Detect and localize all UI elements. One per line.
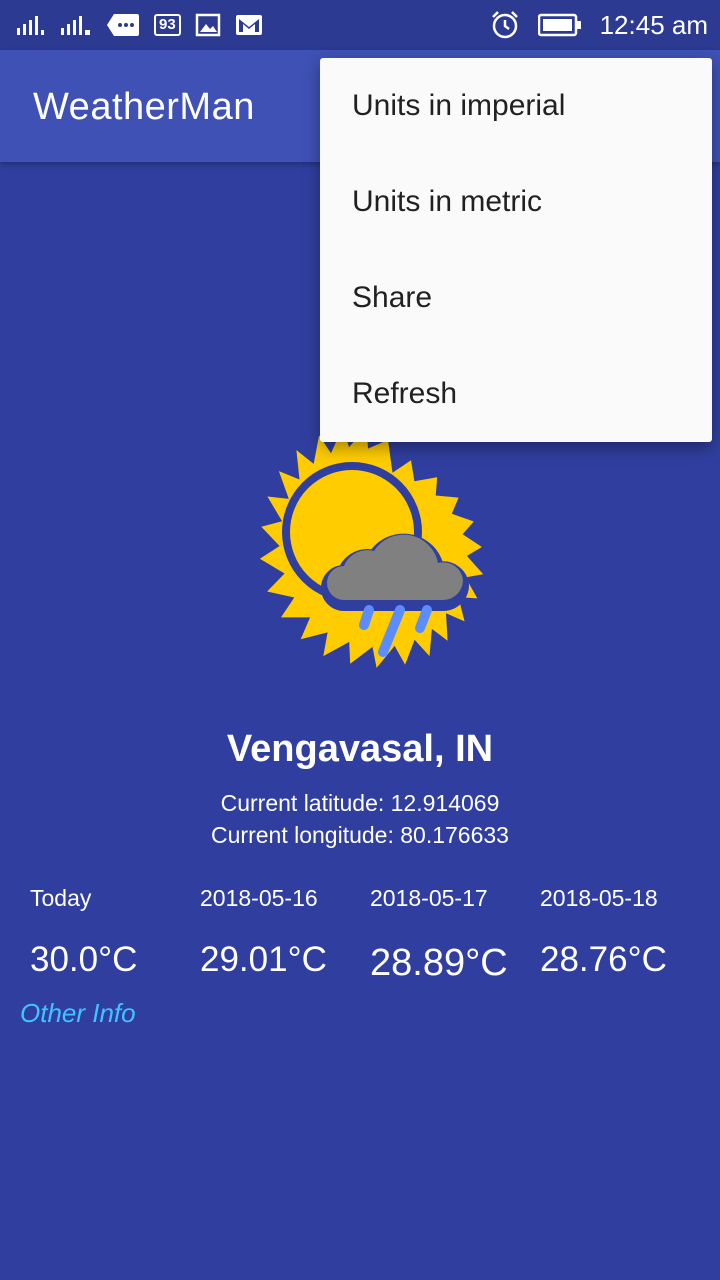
battery-percent-badge: 93 xyxy=(154,14,181,36)
overflow-menu: Units in imperial Units in metric Share … xyxy=(320,58,712,442)
status-time: 12:45 am xyxy=(599,9,708,40)
city-name: Vengavasal, IN xyxy=(226,728,494,770)
forecast-day-3: 2018-05-17 xyxy=(370,885,488,911)
forecast-day-2: 2018-05-16 xyxy=(200,885,318,911)
menu-item-share[interactable]: Share xyxy=(320,250,712,346)
forecast-temp-2: 29.01°C xyxy=(200,940,327,979)
app-title: WeatherMan xyxy=(33,86,255,128)
signal-2-icon xyxy=(61,16,90,35)
menu-item-units-metric[interactable]: Units in metric xyxy=(320,154,712,250)
latitude-text: Current latitude: 12.914069 xyxy=(220,790,500,816)
status-right-icons: 12:45 am xyxy=(472,6,708,44)
alarm-icon xyxy=(491,11,518,39)
status-bar: 93 12:45 am xyxy=(0,0,720,50)
longitude-text: Current longitude: 80.176633 xyxy=(211,822,509,848)
menu-item-refresh[interactable]: Refresh xyxy=(320,346,712,442)
battery-icon xyxy=(537,13,581,37)
signal-1-icon xyxy=(17,16,44,35)
forecast-day-4: 2018-05-18 xyxy=(540,885,658,911)
forecast-temp-4: 28.76°C xyxy=(540,940,667,979)
status-left-icons: 93 xyxy=(16,10,277,40)
message-icon xyxy=(107,14,139,36)
forecast-day-today: Today xyxy=(30,885,92,911)
forecast-temp-3: 28.89°C xyxy=(370,942,508,984)
forecast-temp-today: 30.0°C xyxy=(30,940,138,979)
other-info-link[interactable]: Other Info xyxy=(20,998,136,1029)
gmail-icon xyxy=(235,15,262,35)
image-icon xyxy=(195,13,220,37)
sun-cloud-rain-icon xyxy=(259,426,484,668)
menu-item-units-imperial[interactable]: Units in imperial xyxy=(320,58,712,154)
